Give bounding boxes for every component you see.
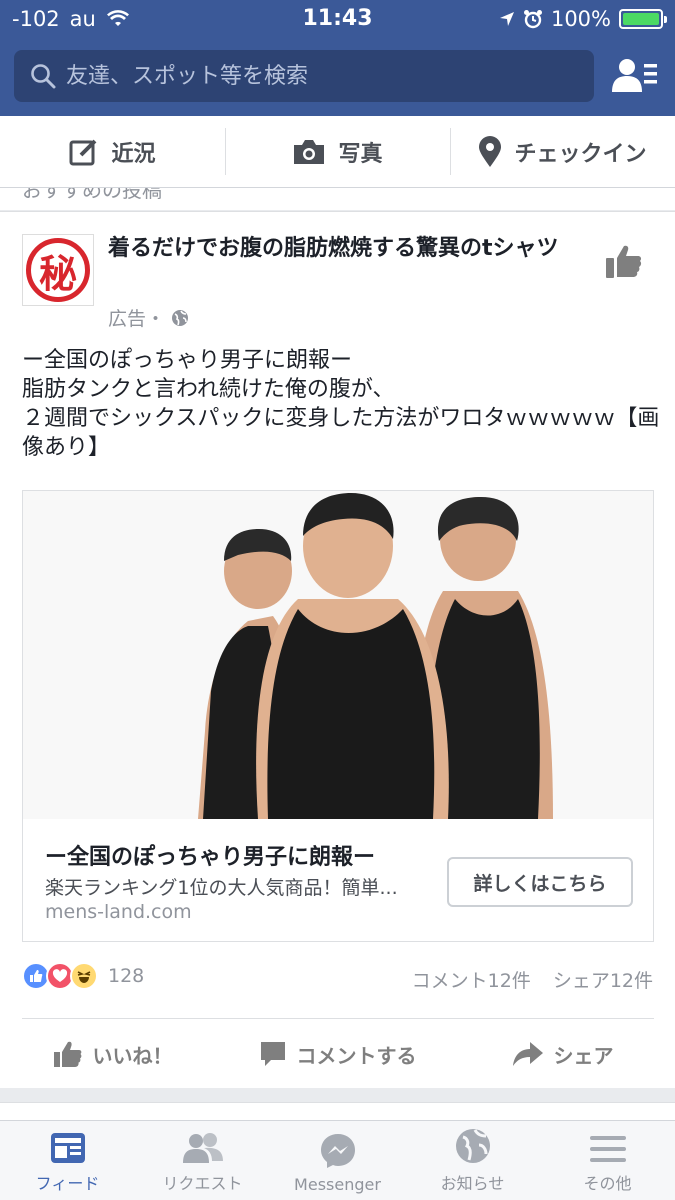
link-domain: mens-land.com: [45, 901, 192, 923]
search-icon: [31, 64, 56, 89]
share-arrow-icon: [512, 1042, 543, 1066]
tab-more[interactable]: その他: [540, 1121, 675, 1200]
share-button[interactable]: シェア: [450, 1020, 675, 1088]
like-button[interactable]: いいね！: [0, 1020, 225, 1088]
thumbs-up-icon: [53, 1041, 81, 1067]
link-preview-card[interactable]: ー全国のぽっちゃり男子に朗報ー 楽天ランキング1位の大人気商品！簡単... me…: [22, 490, 654, 942]
battery-percent: 100%: [550, 7, 611, 31]
search-input[interactable]: [66, 63, 566, 89]
link-title[interactable]: ー全国のぽっちゃり男子に朗報ー: [45, 839, 375, 871]
tab-requests-label: リクエスト: [162, 1174, 243, 1193]
battery-icon: [619, 9, 667, 29]
edit-icon: [69, 139, 97, 165]
camera-icon: [294, 139, 325, 164]
post-meta: 広告・: [108, 304, 189, 331]
post-actions: いいね！ コメントする シェア: [0, 1020, 675, 1088]
news-feed-icon: [50, 1133, 85, 1163]
tab-notifications-label: お知らせ: [440, 1174, 505, 1193]
learn-more-button[interactable]: 詳しくはこちら: [447, 857, 633, 907]
status-bar: -102 au 11:43 100%: [0, 0, 675, 40]
post-title[interactable]: 着るだけでお腹の脂肪燃焼する驚異のtシャツ: [108, 234, 578, 264]
like-label: いいね！: [92, 1043, 173, 1068]
menu-icon: [589, 1136, 626, 1162]
comment-button[interactable]: コメントする: [225, 1020, 450, 1088]
engagement-counts: コメント12件 シェア12件: [412, 966, 653, 993]
share-label: シェア: [553, 1043, 614, 1068]
comments-count[interactable]: コメント12件: [412, 966, 531, 993]
reactions-summary[interactable]: 128: [22, 962, 144, 990]
checkin-button[interactable]: チェックイン: [450, 116, 675, 187]
bottom-tab-bar: フィード リクエスト Messenger お知らせ その他: [0, 1120, 675, 1200]
friend-list-icon[interactable]: [610, 56, 658, 96]
tab-requests[interactable]: リクエスト: [135, 1121, 270, 1200]
checkin-label: チェックイン: [514, 141, 647, 167]
tab-feed-label: フィード: [35, 1174, 100, 1193]
alarm-icon: [523, 10, 542, 29]
photo-label: 写真: [338, 141, 383, 167]
next-post-cutoff: [0, 1102, 675, 1122]
reactions-count: 128: [108, 965, 145, 987]
shares-count[interactable]: シェア12件: [553, 966, 653, 993]
search-bar[interactable]: [14, 50, 594, 102]
haha-reaction-icon: [70, 962, 98, 990]
divider: [22, 1018, 654, 1019]
location-pin-icon: [479, 135, 502, 167]
friend-requests-icon: [182, 1133, 223, 1163]
sponsored-label: 広告・: [108, 308, 166, 330]
tab-messenger[interactable]: Messenger: [270, 1121, 405, 1200]
top-bar: -102 au 11:43 100%: [0, 0, 675, 116]
tab-feed[interactable]: フィード: [0, 1121, 135, 1200]
like-page-icon[interactable]: [604, 242, 644, 282]
advertiser-avatar[interactable]: 秘: [22, 234, 94, 306]
tab-more-label: その他: [583, 1174, 632, 1193]
comment-label: コメントする: [296, 1043, 417, 1068]
messenger-icon: [320, 1134, 355, 1168]
tab-notifications[interactable]: お知らせ: [405, 1121, 540, 1200]
cutoff-text: おすすめの投稿: [22, 188, 162, 202]
composer-bar: 近況 写真 チェックイン: [0, 116, 675, 188]
status-label: 近況: [111, 141, 156, 167]
status-button[interactable]: 近況: [0, 116, 225, 187]
previous-post-cutoff: おすすめの投稿: [0, 188, 675, 210]
globe-icon: [172, 309, 189, 326]
photo-button[interactable]: 写真: [225, 116, 450, 187]
link-description: 楽天ランキング1位の大人気商品！簡単...: [45, 877, 398, 899]
tab-messenger-label: Messenger: [294, 1175, 381, 1194]
post-body-text: ー全国のぽっちゃり男子に朗報ー 脂肪タンクと言われ続けた俺の腹が、 ２週間でシッ…: [22, 348, 660, 460]
comment-icon: [260, 1042, 285, 1066]
location-arrow-icon: [499, 12, 514, 26]
sponsored-post: 秘 着るだけでお腹の脂肪燃焼する驚異のtシャツ 広告・ ー全国のぽっちゃり男子に…: [0, 211, 675, 1088]
globe-notifications-icon: [455, 1129, 490, 1163]
ad-image[interactable]: [23, 491, 653, 819]
secret-seal-logo: 秘: [26, 238, 90, 302]
